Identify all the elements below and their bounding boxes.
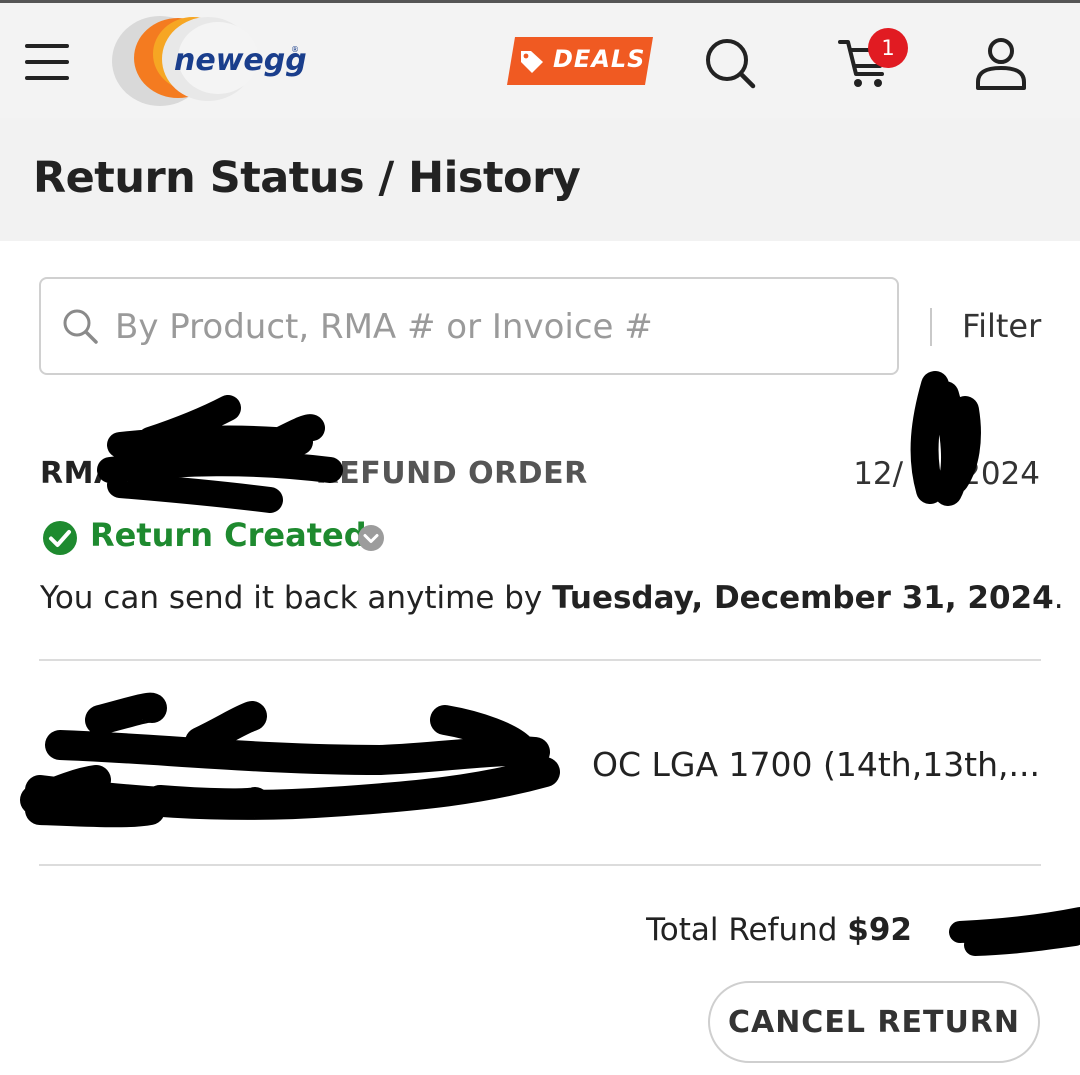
return-deadline-date: Tuesday, December 31, 2024 bbox=[552, 580, 1054, 616]
check-circle-icon bbox=[43, 521, 77, 555]
chevron-down-icon[interactable] bbox=[357, 524, 385, 552]
account-icon[interactable] bbox=[972, 36, 1030, 92]
deals-button[interactable]: DEALS bbox=[505, 35, 655, 87]
svg-text:®: ® bbox=[291, 45, 299, 54]
page-title: Return Status / History bbox=[33, 153, 581, 203]
return-deadline-note: You can send it back anytime by Tuesday,… bbox=[40, 580, 1064, 616]
deals-label: DEALS bbox=[553, 45, 646, 73]
search-icon bbox=[63, 309, 98, 344]
rma-date-end: 2024 bbox=[961, 456, 1040, 492]
divider bbox=[39, 864, 1041, 866]
rma-label: RMA bbox=[40, 456, 118, 491]
search-icon[interactable] bbox=[703, 36, 757, 90]
cancel-return-button[interactable]: CANCEL RETURN bbox=[708, 981, 1040, 1063]
filter-button[interactable]: Filter bbox=[962, 307, 1041, 345]
cart-button[interactable]: 1 bbox=[836, 28, 912, 92]
logo-text: newegg bbox=[174, 43, 307, 78]
filter-divider bbox=[930, 308, 932, 346]
search-box[interactable] bbox=[39, 277, 899, 375]
rma-type: REFUND ORDER bbox=[315, 456, 588, 491]
status-label: Return Created bbox=[90, 516, 367, 554]
rma-date-start: 12/ bbox=[853, 456, 904, 492]
divider bbox=[39, 659, 1041, 661]
product-name[interactable]: OC LGA 1700 (14th,13th,... bbox=[40, 745, 1040, 784]
search-input[interactable] bbox=[115, 299, 885, 355]
note-prefix: You can send it back anytime by bbox=[40, 580, 553, 616]
total-refund-amount: $92 bbox=[847, 912, 912, 948]
note-suffix: . bbox=[1053, 580, 1064, 616]
total-refund: Total Refund $92 bbox=[646, 912, 1040, 948]
rma-header: RMA REFUND ORDER bbox=[40, 456, 588, 491]
rma-date: 12/2024 bbox=[853, 456, 1040, 492]
total-refund-label: Total Refund bbox=[646, 912, 848, 948]
cart-count-badge: 1 bbox=[868, 28, 908, 68]
menu-icon[interactable] bbox=[25, 40, 69, 84]
newegg-logo[interactable]: newegg ® bbox=[108, 12, 308, 108]
